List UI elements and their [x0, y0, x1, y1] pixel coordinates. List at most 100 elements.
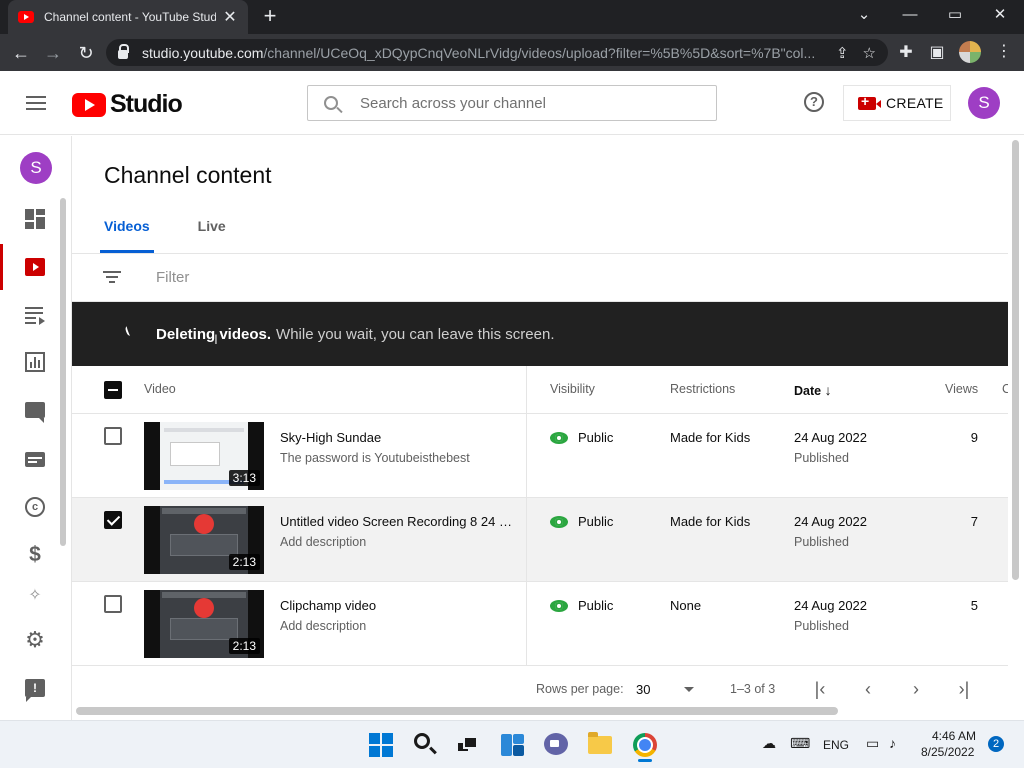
browser-profile-avatar[interactable] — [959, 41, 981, 63]
eye-icon — [550, 515, 568, 528]
tab-live[interactable]: Live — [198, 218, 226, 254]
widgets-icon[interactable] — [501, 733, 525, 757]
video-duration: 3:13 — [228, 470, 260, 486]
column-date[interactable]: Date ↓ — [794, 382, 832, 398]
url-text[interactable]: studio.youtube.com/channel/UCeOq_xDQypCn… — [142, 45, 822, 61]
volume-icon[interactable]: ♪ — [889, 735, 896, 751]
share-icon[interactable]: ⇪ — [836, 44, 849, 62]
back-arrow-icon[interactable]: ← — [8, 40, 34, 66]
views-cell: 9 — [970, 430, 978, 445]
content-icon — [25, 258, 45, 276]
next-page-icon[interactable]: › — [904, 677, 928, 701]
sidebar-item-settings[interactable]: ⚙ — [0, 617, 70, 663]
youtube-favicon-icon — [18, 11, 34, 23]
taskbar-teams-button[interactable] — [544, 733, 568, 757]
browser-menu-icon[interactable]: ⋮ — [994, 40, 1014, 64]
column-video: Video — [144, 382, 176, 396]
column-visibility[interactable]: Visibility — [550, 382, 595, 396]
eye-icon — [550, 599, 568, 612]
table-row[interactable]: 3:13 Sky-High Sundae The password is You… — [72, 414, 1008, 498]
visibility-cell[interactable]: Public — [550, 514, 613, 529]
views-cell: 7 — [970, 514, 978, 529]
dropdown-caret-icon[interactable] — [684, 687, 694, 692]
channel-avatar[interactable]: S — [20, 152, 52, 184]
account-avatar[interactable]: S — [968, 87, 1000, 119]
new-tab-button[interactable]: + — [258, 4, 282, 28]
deleting-snackbar: Deleting videos. While you wait, you can… — [72, 302, 1008, 366]
restrictions-cell: Made for Kids — [670, 514, 751, 529]
select-all-checkbox[interactable] — [104, 381, 122, 399]
taskbar-search-button[interactable] — [414, 733, 438, 757]
visibility-cell[interactable]: Public — [550, 430, 613, 445]
browser-tab-active[interactable]: Channel content - YouTube Studio ✕ — [8, 0, 248, 34]
publish-status: Published — [794, 535, 849, 549]
video-description: The password is Youtubeisthebest — [280, 451, 470, 465]
column-views[interactable]: Views — [945, 382, 978, 396]
visibility-cell[interactable]: Public — [550, 598, 613, 613]
last-page-icon[interactable]: ›| — [952, 677, 976, 701]
network-icon[interactable]: ▭ — [866, 735, 879, 752]
extensions-puzzle-icon[interactable]: ✚ — [895, 42, 917, 62]
sidebar-item-customization[interactable]: ✧ — [0, 580, 70, 610]
sidebar-item-feedback[interactable]: ! — [0, 665, 70, 711]
clock-time[interactable]: 4:46 AM — [932, 729, 976, 743]
task-view-icon[interactable] — [456, 733, 480, 757]
first-page-icon[interactable]: |‹ — [808, 677, 832, 701]
horizontal-scrollbar[interactable] — [76, 707, 838, 715]
video-duration: 2:13 — [228, 554, 260, 570]
rows-per-page-select[interactable]: 30 — [636, 682, 650, 697]
row-checkbox[interactable] — [104, 595, 122, 613]
windows-start-icon[interactable] — [369, 733, 393, 757]
video-title[interactable]: Clipchamp video — [280, 598, 512, 613]
video-thumbnail[interactable]: 2:13 — [144, 506, 264, 574]
column-divider — [526, 366, 527, 666]
rows-per-page-label: Rows per page: — [536, 682, 624, 696]
row-checkbox[interactable] — [104, 427, 122, 445]
clock-date[interactable]: 8/25/2022 — [921, 745, 974, 759]
close-window-button[interactable]: ✕ — [986, 4, 1014, 26]
video-thumbnail[interactable]: 2:13 — [144, 590, 264, 658]
video-title[interactable]: Sky-High Sundae — [280, 430, 512, 445]
side-panel-icon[interactable]: ▣ — [926, 42, 948, 62]
taskbar-explorer-button[interactable] — [588, 732, 612, 757]
help-icon[interactable]: ? — [804, 92, 824, 112]
video-thumbnail[interactable]: 3:13 — [144, 422, 264, 490]
notification-badge[interactable]: 2 — [988, 736, 1004, 752]
minimize-window-button[interactable]: — — [896, 4, 924, 26]
browser-tab-title: Channel content - YouTube Studio — [44, 10, 216, 24]
maximize-window-button[interactable]: ▭ — [941, 4, 969, 26]
table-row[interactable]: 2:13 Clipchamp video Add description Pub… — [72, 582, 1008, 666]
playlists-icon — [25, 304, 45, 325]
close-tab-icon[interactable]: ✕ — [222, 7, 238, 27]
video-title[interactable]: Untitled video Screen Recording 8 24 202… — [280, 514, 512, 529]
filter-icon[interactable] — [103, 271, 121, 283]
youtube-studio-logo[interactable]: Studio — [72, 90, 183, 119]
keyboard-icon[interactable]: ⌨ — [790, 735, 810, 752]
bookmark-star-icon[interactable]: ☆ — [863, 44, 876, 62]
address-bar[interactable]: studio.youtube.com/channel/UCeOq_xDQypCn… — [106, 39, 888, 66]
forward-arrow-icon[interactable]: → — [40, 40, 66, 66]
hamburger-menu-icon[interactable] — [26, 96, 46, 110]
page-title: Channel content — [104, 162, 272, 188]
create-button[interactable]: CREATE — [843, 85, 951, 121]
table-row[interactable]: 2:13 Untitled video Screen Recording 8 2… — [72, 498, 1008, 582]
sidebar-scrollbar[interactable] — [60, 198, 66, 546]
filter-input[interactable] — [156, 269, 456, 286]
taskbar-chrome-button[interactable] — [633, 733, 657, 757]
previous-page-icon[interactable]: ‹ — [856, 677, 880, 701]
column-restrictions[interactable]: Restrictions — [670, 382, 735, 396]
pagination-range: 1–3 of 3 — [730, 682, 776, 696]
channel-search-input[interactable] — [360, 94, 690, 112]
eye-icon — [550, 431, 568, 444]
copyright-icon: c — [25, 497, 45, 517]
vertical-scrollbar[interactable] — [1012, 140, 1019, 580]
channel-search-box[interactable] — [307, 85, 717, 121]
tab-videos[interactable]: Videos — [100, 218, 154, 254]
cloud-offline-icon[interactable]: ☁ — [762, 735, 776, 752]
left-sidebar: S c $ ✧ ⚙ ! — [0, 136, 72, 720]
row-checkbox[interactable] — [104, 511, 122, 529]
tab-search-icon[interactable]: ⌄ — [850, 4, 878, 26]
comments-icon — [25, 402, 45, 423]
reload-icon[interactable]: ↻ — [73, 40, 99, 66]
language-indicator[interactable]: ENG — [823, 738, 849, 752]
